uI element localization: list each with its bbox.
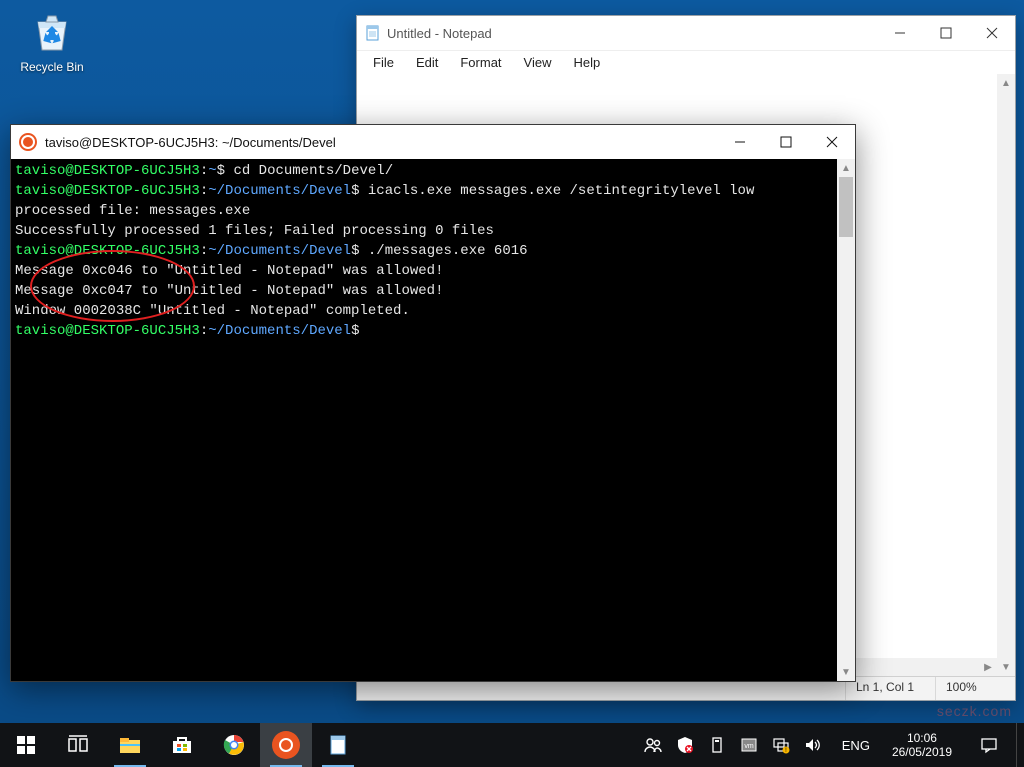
term-line: taviso@DESKTOP-6UCJ5H3:~/Documents/Devel…: [15, 321, 851, 341]
chrome-taskbar[interactable]: [208, 723, 260, 767]
notepad-titlebar[interactable]: Untitled - Notepad: [357, 16, 1015, 50]
terminal-body[interactable]: taviso@DESKTOP-6UCJ5H3:~$ cd Documents/D…: [11, 159, 855, 681]
close-icon: [986, 27, 998, 39]
maximize-icon: [940, 27, 952, 39]
task-view-icon: [66, 733, 90, 757]
taskbar: vm ! ENG 10:06 26/05/2019: [0, 723, 1024, 767]
scroll-down-icon[interactable]: ▼: [997, 658, 1015, 676]
menu-help[interactable]: Help: [563, 53, 610, 72]
status-cursor-pos: Ln 1, Col 1: [845, 677, 935, 700]
recycle-bin-icon: [28, 8, 76, 56]
ubuntu-icon: [272, 731, 300, 759]
status-zoom: 100%: [935, 677, 1015, 700]
maximize-button[interactable]: [763, 125, 809, 159]
scrollbar-thumb[interactable]: [839, 177, 853, 237]
terminal-scrollbar[interactable]: ▲ ▼: [837, 159, 855, 681]
minimize-button[interactable]: [717, 125, 763, 159]
ubuntu-icon: [19, 133, 37, 151]
minimize-button[interactable]: [877, 16, 923, 50]
defender-icon[interactable]: [676, 736, 694, 754]
notepad-icon: [365, 25, 381, 41]
term-line: processed file: messages.exe: [15, 201, 851, 221]
vmware-tools-icon[interactable]: vm: [740, 736, 758, 754]
close-button[interactable]: [969, 16, 1015, 50]
file-explorer-taskbar[interactable]: [104, 723, 156, 767]
network-icon[interactable]: !: [772, 736, 790, 754]
show-desktop-button[interactable]: [1016, 723, 1022, 767]
notepad-taskbar[interactable]: [312, 723, 364, 767]
terminal-titlebar[interactable]: taviso@DESKTOP-6UCJ5H3: ~/Documents/Deve…: [11, 125, 855, 159]
menu-edit[interactable]: Edit: [406, 53, 448, 72]
scroll-down-icon[interactable]: ▼: [837, 663, 855, 681]
menu-format[interactable]: Format: [450, 53, 511, 72]
recycle-bin-desktop-icon[interactable]: Recycle Bin: [12, 8, 92, 74]
term-line: taviso@DESKTOP-6UCJ5H3:~/Documents/Devel…: [15, 241, 851, 261]
terminal-window: taviso@DESKTOP-6UCJ5H3: ~/Documents/Deve…: [10, 124, 856, 682]
microsoft-store-taskbar[interactable]: [156, 723, 208, 767]
maximize-button[interactable]: [923, 16, 969, 50]
scroll-up-icon[interactable]: ▲: [997, 74, 1015, 92]
term-line: taviso@DESKTOP-6UCJ5H3:~$ cd Documents/D…: [15, 161, 851, 181]
language-indicator[interactable]: ENG: [834, 738, 878, 753]
term-line: Successfully processed 1 files; Failed p…: [15, 221, 851, 241]
minimize-icon: [894, 27, 906, 39]
notification-icon: [980, 736, 998, 754]
removable-device-icon[interactable]: [708, 736, 726, 754]
maximize-icon: [780, 136, 792, 148]
action-center-button[interactable]: [966, 723, 1012, 767]
recycle-bin-label: Recycle Bin: [12, 60, 92, 74]
term-line: taviso@DESKTOP-6UCJ5H3:~/Documents/Devel…: [15, 181, 851, 201]
volume-icon[interactable]: [804, 736, 822, 754]
clock-time: 10:06: [892, 731, 952, 745]
clock-date: 26/05/2019: [892, 745, 952, 759]
notepad-icon: [326, 733, 350, 757]
chrome-icon: [222, 733, 246, 757]
scroll-up-icon[interactable]: ▲: [837, 159, 855, 177]
menu-view[interactable]: View: [514, 53, 562, 72]
menu-file[interactable]: File: [363, 53, 404, 72]
clock[interactable]: 10:06 26/05/2019: [882, 731, 962, 759]
store-icon: [170, 733, 194, 757]
terminal-title: taviso@DESKTOP-6UCJ5H3: ~/Documents/Deve…: [45, 135, 717, 150]
term-line: Message 0xc047 to "Untitled - Notepad" w…: [15, 281, 851, 301]
windows-icon: [14, 733, 38, 757]
scroll-right-icon[interactable]: ▶: [979, 658, 997, 676]
task-view-button[interactable]: [52, 723, 104, 767]
close-button[interactable]: [809, 125, 855, 159]
start-button[interactable]: [0, 723, 52, 767]
notepad-title: Untitled - Notepad: [387, 26, 877, 41]
minimize-icon: [734, 136, 746, 148]
term-line: Window 0002038C "Untitled - Notepad" com…: [15, 301, 851, 321]
notepad-vertical-scrollbar[interactable]: ▲ ▼: [997, 74, 1015, 676]
system-tray: vm !: [636, 736, 830, 754]
svg-text:vm: vm: [744, 743, 754, 750]
close-icon: [826, 136, 838, 148]
watermark-text: seczk.com: [937, 703, 1012, 719]
file-explorer-icon: [118, 733, 142, 757]
notepad-menu: File Edit Format View Help: [357, 50, 1015, 74]
ubuntu-terminal-taskbar[interactable]: [260, 723, 312, 767]
term-line: Message 0xc046 to "Untitled - Notepad" w…: [15, 261, 851, 281]
people-icon[interactable]: [644, 736, 662, 754]
